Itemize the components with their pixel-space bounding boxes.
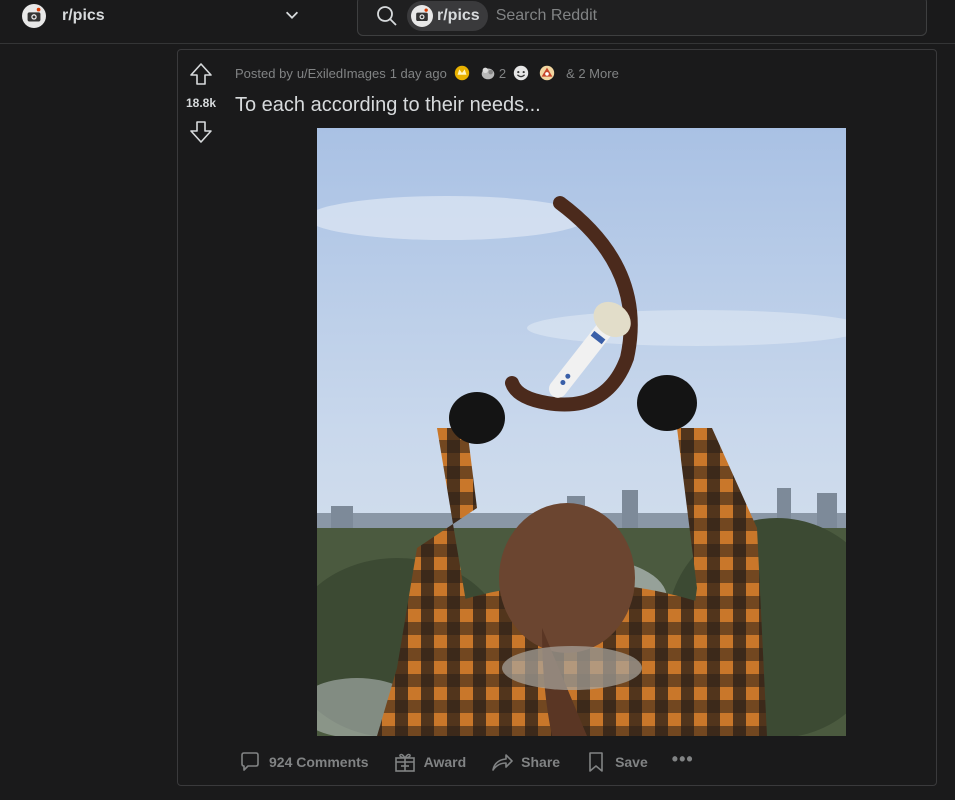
vote-score: 18.8k (185, 96, 217, 110)
post-card[interactable]: 18.8k Posted by u/ExiledImages 1 day ago… (177, 49, 937, 786)
subreddit-avatar-icon (22, 4, 46, 28)
comments-button[interactable]: 924 Comments (238, 750, 369, 774)
gift-icon (394, 753, 415, 772)
save-label: Save (615, 754, 648, 770)
save-button[interactable]: Save (584, 750, 648, 774)
subreddit-name: r/pics (62, 7, 105, 24)
more-awards-label[interactable]: & 2 More (566, 66, 619, 81)
share-button[interactable]: Share (490, 750, 560, 774)
gold-award-icon[interactable] (453, 64, 473, 82)
silver-award-icon[interactable]: 2 (479, 64, 506, 82)
award-label: Award (423, 754, 467, 770)
posted-by-label: Posted by (235, 65, 293, 81)
post-meta: Posted by u/ExiledImages 1 day ago 2 & 2… (235, 64, 619, 82)
post-photo (317, 128, 846, 736)
post-age: 1 day ago (389, 65, 447, 81)
comment-icon (241, 752, 259, 771)
author-link[interactable]: u/ExiledImages (297, 66, 386, 81)
upvote-arrow-icon[interactable] (189, 62, 213, 86)
chevron-down-icon[interactable] (283, 6, 301, 24)
search-input[interactable] (493, 6, 798, 26)
comments-label: 924 Comments (269, 754, 369, 770)
post-image[interactable] (317, 128, 846, 736)
share-arrow-icon (492, 754, 513, 771)
wholesome-award-icon[interactable] (512, 64, 532, 82)
post-title[interactable]: To each according to their needs... (235, 94, 541, 117)
share-label: Share (521, 754, 561, 770)
bookmark-icon (589, 752, 603, 772)
helpful-award-icon[interactable] (538, 64, 558, 82)
downvote-arrow-icon[interactable] (189, 120, 213, 144)
search-icon (377, 6, 397, 26)
search-bar[interactable]: r/pics (357, 0, 927, 36)
more-options-button[interactable]: ••• (672, 749, 694, 770)
award-button[interactable]: Award (393, 750, 467, 774)
post-actions: 924 Comments Award Share Save ••• (238, 747, 694, 777)
top-bar: r/pics r/pics (0, 0, 955, 44)
search-scope-chip[interactable]: r/pics (407, 1, 488, 31)
subreddit-avatar-icon (411, 5, 433, 27)
search-chip-label: r/pics (437, 7, 480, 24)
